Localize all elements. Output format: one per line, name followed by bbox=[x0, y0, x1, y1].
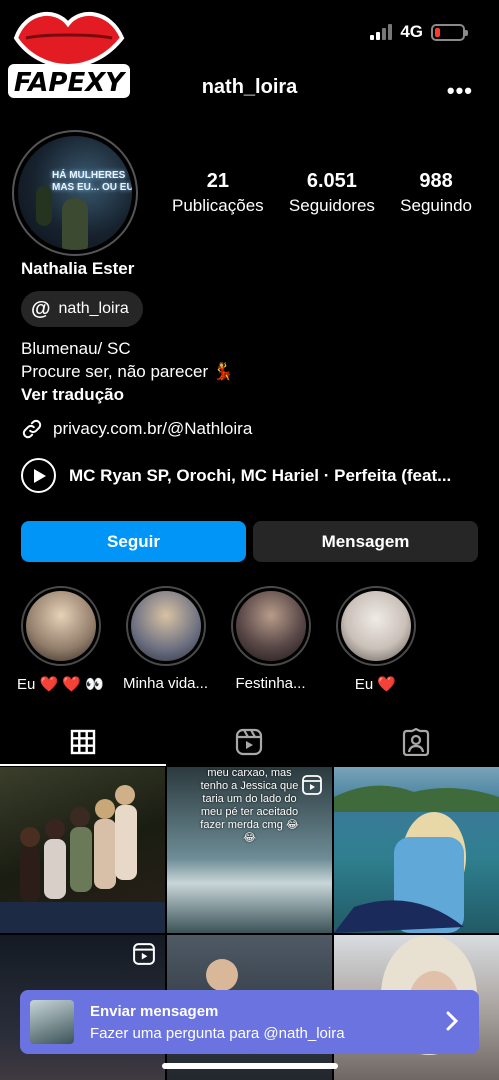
highlight-item[interactable]: Festinha... bbox=[218, 586, 323, 693]
bio-line-2: Procure ser, não parecer 💃 bbox=[21, 362, 234, 381]
highlight-image bbox=[25, 591, 96, 661]
message-button[interactable]: Mensagem bbox=[253, 521, 478, 562]
full-name: Nathalia Ester bbox=[21, 259, 135, 278]
music-title: MC Ryan SP, Orochi, MC Hariel · Perfeita… bbox=[69, 465, 452, 485]
highlight-item[interactable]: Eu ❤️ bbox=[323, 586, 428, 693]
post-image bbox=[0, 785, 165, 933]
post-thumbnail[interactable] bbox=[334, 767, 499, 933]
profile-header: nath_loira ••• bbox=[0, 70, 499, 110]
reel-indicator-icon bbox=[133, 943, 155, 965]
profile-link[interactable]: privacy.com.br/@Nathloira bbox=[21, 418, 252, 440]
more-options-button[interactable]: ••• bbox=[447, 78, 473, 104]
reels-icon bbox=[236, 728, 263, 756]
highlight-image bbox=[340, 591, 411, 661]
profile-link-text: privacy.com.br/@Nathloira bbox=[53, 419, 253, 438]
avatar[interactable]: HÁ MULHERES MAS EU... OU EU bbox=[12, 130, 138, 256]
send-message-banner[interactable]: Enviar mensagem Fazer uma pergunta para … bbox=[20, 990, 479, 1054]
tab-posts-grid[interactable] bbox=[0, 718, 167, 766]
username-title: nath_loira bbox=[201, 76, 298, 98]
see-translation-link[interactable]: Ver tradução bbox=[21, 383, 234, 406]
banner-title: Enviar mensagem bbox=[90, 1002, 219, 1020]
tab-tagged[interactable] bbox=[333, 718, 499, 766]
stat-following-value: 988 bbox=[419, 170, 453, 192]
threads-handle: nath_loira bbox=[58, 300, 129, 317]
stat-following-label: Seguindo bbox=[400, 196, 472, 215]
banner-subtitle: Fazer uma pergunta para @nath_loira bbox=[90, 1024, 345, 1042]
stat-followers-value: 6.051 bbox=[306, 170, 357, 192]
highlight-item[interactable]: Eu ❤️ ❤️ 👀 bbox=[8, 586, 113, 693]
stat-followers[interactable]: 6.051 Seguidores bbox=[289, 170, 375, 216]
network-label: 4G bbox=[400, 22, 423, 41]
highlight-label: Minha vida... bbox=[122, 675, 209, 692]
profile-stats: 21 Publicações 6.051 Seguidores 988 Segu… bbox=[172, 170, 472, 216]
stat-posts-value: 21 bbox=[206, 170, 229, 192]
tab-reels[interactable] bbox=[166, 718, 332, 766]
home-indicator[interactable] bbox=[162, 1063, 338, 1069]
highlight-label: Eu ❤️ bbox=[354, 676, 397, 693]
bio: Blumenau/ SC Procure ser, não parecer 💃 … bbox=[21, 337, 234, 406]
bio-line-1: Blumenau/ SC bbox=[21, 339, 131, 358]
post-image bbox=[334, 785, 499, 933]
profile-music[interactable]: MC Ryan SP, Orochi, MC Hariel · Perfeita… bbox=[21, 458, 481, 493]
profile-tabs bbox=[0, 718, 499, 766]
follow-button[interactable]: Seguir bbox=[21, 521, 246, 562]
stat-posts[interactable]: 21 Publicações bbox=[172, 170, 264, 216]
grid-icon bbox=[70, 729, 96, 755]
link-icon bbox=[22, 419, 42, 439]
stat-following[interactable]: 988 Seguindo bbox=[400, 170, 472, 216]
stat-posts-label: Publicações bbox=[172, 196, 264, 215]
stat-followers-label: Seguidores bbox=[288, 196, 375, 215]
battery-icon bbox=[431, 23, 468, 41]
signal-icon bbox=[370, 24, 393, 40]
threads-icon: @ bbox=[31, 298, 51, 320]
post-thumbnail[interactable]: meu carxao, mas tenho a Jessica que tari… bbox=[167, 767, 332, 933]
play-icon[interactable] bbox=[21, 458, 56, 493]
reel-indicator-icon bbox=[302, 775, 322, 795]
highlight-image bbox=[130, 591, 201, 661]
tagged-icon bbox=[402, 728, 429, 756]
status-indicators: 4G bbox=[370, 22, 468, 42]
story-highlights: Eu ❤️ ❤️ 👀 Minha vida... Festinha... Eu … bbox=[8, 586, 428, 693]
post-thumbnail[interactable] bbox=[0, 767, 165, 933]
highlight-label: Eu ❤️ ❤️ 👀 bbox=[17, 676, 104, 693]
threads-badge[interactable]: @ nath_loira bbox=[21, 291, 143, 327]
avatar-image: HÁ MULHERES MAS EU... OU EU bbox=[18, 136, 132, 250]
highlight-image bbox=[235, 591, 306, 661]
banner-thumbnail bbox=[30, 1000, 74, 1044]
highlight-label: Festinha... bbox=[235, 675, 306, 692]
chevron-right-icon[interactable] bbox=[445, 1010, 459, 1032]
avatar-neon-text: HÁ MULHERES MAS EU... OU EU bbox=[52, 170, 132, 193]
highlight-item[interactable]: Minha vida... bbox=[113, 586, 218, 693]
